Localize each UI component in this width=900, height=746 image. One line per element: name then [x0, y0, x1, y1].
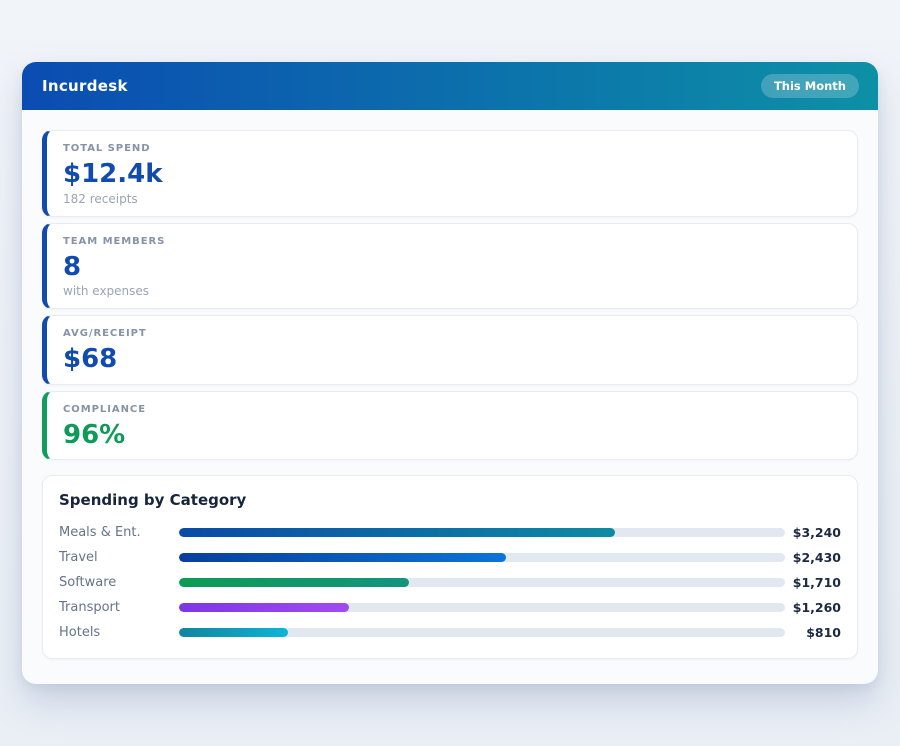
stat-card-avg-receipt: AVG/RECEIPT $68 — [42, 315, 858, 385]
bar-fill-meals — [179, 528, 615, 537]
dashboard-card: Incurdesk This Month TOTAL SPEND $12.4k … — [22, 62, 878, 684]
bar-track — [179, 528, 785, 537]
stat-card-team-members: TEAM MEMBERS 8 with expenses — [42, 223, 858, 310]
stat-label: COMPLIANCE — [63, 404, 841, 415]
bar-fill-hotels — [179, 628, 288, 637]
category-value: $1,710 — [785, 575, 841, 590]
category-label: Hotels — [59, 625, 179, 640]
app-title: Incurdesk — [42, 77, 128, 95]
spending-by-category-chart: Spending by Category Meals & Ent. $3,240… — [42, 475, 858, 659]
stat-subtext: 182 receipts — [63, 192, 841, 206]
bar-track — [179, 628, 785, 637]
stat-subtext: with expenses — [63, 284, 841, 298]
chart-row-hotels: Hotels $810 — [59, 620, 841, 645]
stat-label: TOTAL SPEND — [63, 143, 841, 154]
chart-row-meals: Meals & Ent. $3,240 — [59, 520, 841, 545]
category-value: $2,430 — [785, 550, 841, 565]
category-label: Software — [59, 575, 179, 590]
stat-value: 96% — [63, 421, 841, 450]
chart-title: Spending by Category — [59, 491, 841, 509]
stat-value: $12.4k — [63, 160, 841, 189]
stat-label: TEAM MEMBERS — [63, 236, 841, 247]
chart-row-transport: Transport $1,260 — [59, 595, 841, 620]
bar-track — [179, 603, 785, 612]
period-filter-badge[interactable]: This Month — [761, 74, 859, 98]
stat-card-compliance: COMPLIANCE 96% — [42, 391, 858, 461]
dashboard-body: TOTAL SPEND $12.4k 182 receipts TEAM MEM… — [22, 110, 878, 679]
app-header: Incurdesk This Month — [22, 62, 878, 110]
chart-row-travel: Travel $2,430 — [59, 545, 841, 570]
bar-fill-travel — [179, 553, 506, 562]
stat-value: $68 — [63, 345, 841, 374]
stat-value: 8 — [63, 253, 841, 282]
bar-track — [179, 553, 785, 562]
bar-track — [179, 578, 785, 587]
category-label: Transport — [59, 600, 179, 615]
stat-card-total-spend: TOTAL SPEND $12.4k 182 receipts — [42, 130, 858, 217]
chart-row-software: Software $1,710 — [59, 570, 841, 595]
category-value: $3,240 — [785, 525, 841, 540]
category-value: $810 — [785, 625, 841, 640]
stat-label: AVG/RECEIPT — [63, 328, 841, 339]
category-label: Travel — [59, 550, 179, 565]
category-label: Meals & Ent. — [59, 525, 179, 540]
bar-fill-transport — [179, 603, 349, 612]
category-value: $1,260 — [785, 600, 841, 615]
bar-fill-software — [179, 578, 409, 587]
